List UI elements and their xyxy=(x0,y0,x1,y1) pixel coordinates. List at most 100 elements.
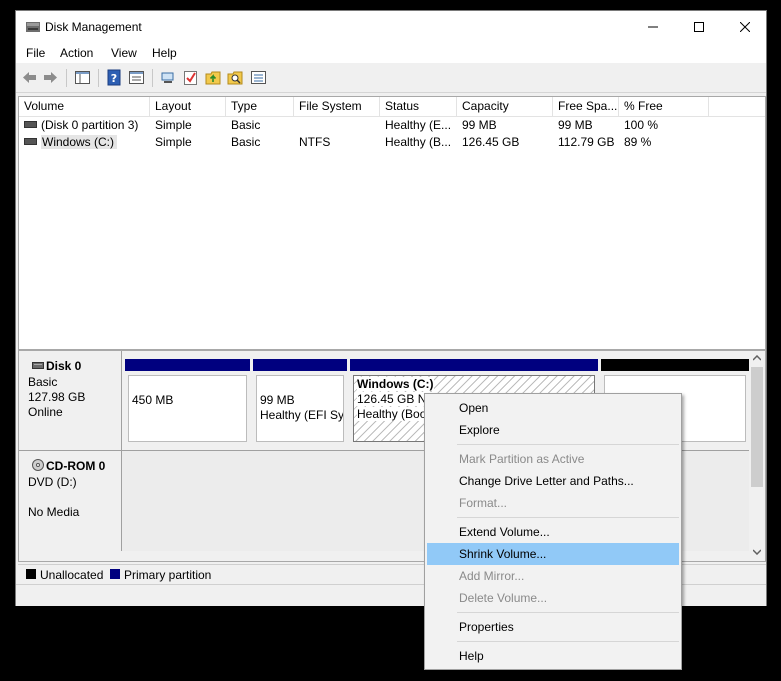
menu-open[interactable]: Open xyxy=(427,397,679,419)
free-space-cell: 112.79 GB xyxy=(558,135,615,149)
check-icon[interactable] xyxy=(182,69,199,86)
type-cell: Basic xyxy=(231,118,261,132)
disk-0-status: Online xyxy=(28,405,63,419)
scroll-up-icon[interactable] xyxy=(753,355,761,361)
disk-0-label[interactable]: Disk 0 Basic 127.98 GB Online xyxy=(19,351,122,451)
partition-title: Windows (C:) xyxy=(357,377,434,391)
menu-view[interactable]: View xyxy=(111,46,137,60)
scrollbar-thumb[interactable] xyxy=(751,367,763,487)
free-space-cell: 99 MB xyxy=(558,118,593,132)
column-file-system[interactable]: File System xyxy=(294,97,380,116)
console-tree-icon[interactable] xyxy=(74,69,91,86)
partition-size: 450 MB xyxy=(132,393,174,407)
partition-bar xyxy=(350,359,598,371)
file-system-cell: NTFS xyxy=(299,135,331,149)
column-volume[interactable]: Volume xyxy=(19,97,150,116)
cdrom-icon xyxy=(32,459,44,471)
menu-explore[interactable]: Explore xyxy=(427,419,679,441)
menu-help-item[interactable]: Help xyxy=(427,645,679,667)
title-bar: Disk Management xyxy=(16,11,766,43)
maximize-icon xyxy=(694,22,704,32)
disk-icon xyxy=(32,362,44,369)
close-icon xyxy=(740,22,750,32)
folder-up-icon[interactable] xyxy=(205,69,222,86)
column-capacity[interactable]: Capacity xyxy=(457,97,553,116)
menu-file[interactable]: File xyxy=(26,46,45,60)
partition-recovery[interactable]: 450 MB xyxy=(125,359,250,445)
menu-delete-volume: Delete Volume... xyxy=(459,591,548,605)
connect-icon[interactable] xyxy=(160,69,177,86)
minimize-button[interactable] xyxy=(630,11,676,43)
legend-unallocated-label: Unallocated xyxy=(40,568,104,582)
properties-icon[interactable] xyxy=(128,69,145,86)
disk-0-size: 127.98 GB xyxy=(28,390,86,404)
context-menu: Open Explore Mark Partition as Active Ch… xyxy=(424,393,682,670)
disk-management-app-icon xyxy=(26,22,40,32)
toolbar-separator xyxy=(152,69,153,87)
legend-unallocated-swatch xyxy=(26,569,36,579)
folder-search-icon[interactable] xyxy=(227,69,244,86)
partition-size: 126.45 GB NT xyxy=(357,392,434,406)
percent-free-cell: 89 % xyxy=(624,135,652,149)
disk-0-type: Basic xyxy=(28,375,58,389)
cdrom-0-name: CD-ROM 0 xyxy=(46,459,106,473)
partition-status: Healthy (Boo xyxy=(357,407,427,421)
menu-change-drive-letter[interactable]: Change Drive Letter and Paths... xyxy=(427,470,679,492)
close-button[interactable] xyxy=(722,11,768,43)
menu-help[interactable]: Help xyxy=(152,46,177,60)
drive-icon xyxy=(24,138,37,146)
volume-name: Windows (C:) xyxy=(41,135,118,149)
maximize-button[interactable] xyxy=(676,11,722,43)
menu-separator xyxy=(457,517,679,518)
volume-name: (Disk 0 partition 3) xyxy=(41,118,139,132)
partition-bar xyxy=(125,359,250,371)
legend-primary-label: Primary partition xyxy=(124,568,212,582)
layout-cell: Simple xyxy=(155,118,192,132)
percent-free-cell: 100 % xyxy=(624,118,659,132)
type-cell: Basic xyxy=(231,135,261,149)
disk-pane-scrollbar[interactable] xyxy=(749,351,765,561)
help-icon[interactable]: ? xyxy=(106,69,123,86)
table-row[interactable]: (Disk 0 partition 3) Simple Basic Health… xyxy=(19,117,765,134)
menu-bar: File Action View Help xyxy=(16,43,766,63)
cdrom-0-status: No Media xyxy=(28,505,80,519)
column-status[interactable]: Status xyxy=(380,97,457,116)
column-free-space[interactable]: Free Spa... xyxy=(553,97,619,116)
menu-add-mirror: Add Mirror... xyxy=(459,569,525,583)
partition-efi[interactable]: 99 MB Healthy (EFI Sys xyxy=(253,359,347,445)
disk-0-name: Disk 0 xyxy=(46,359,82,373)
column-layout[interactable]: Layout xyxy=(150,97,226,116)
view-list-icon[interactable] xyxy=(250,69,267,86)
back-icon[interactable] xyxy=(21,69,38,86)
status-cell: Healthy (B... xyxy=(385,135,452,149)
legend-primary-swatch xyxy=(110,569,120,579)
column-type[interactable]: Type xyxy=(226,97,294,116)
menu-action[interactable]: Action xyxy=(60,46,93,60)
partition-status: Healthy (EFI Sys xyxy=(260,408,344,422)
menu-separator xyxy=(457,444,679,445)
menu-mark-active: Mark Partition as Active xyxy=(459,452,585,466)
toolbar: ? xyxy=(16,64,766,93)
column-percent-free[interactable]: % Free xyxy=(619,97,709,116)
scroll-down-icon[interactable] xyxy=(753,549,761,555)
menu-separator xyxy=(457,641,679,642)
menu-separator xyxy=(457,612,679,613)
forward-icon[interactable] xyxy=(42,69,59,86)
minimize-icon xyxy=(648,26,658,28)
menu-format: Format... xyxy=(459,496,508,510)
table-row[interactable]: Windows (C:) Simple Basic NTFS Healthy (… xyxy=(19,134,765,151)
partition-bar xyxy=(253,359,347,371)
toolbar-separator xyxy=(66,69,67,87)
menu-shrink-volume[interactable]: Shrink Volume... xyxy=(427,543,679,565)
partition-size: 99 MB xyxy=(260,393,295,407)
status-cell: Healthy (E... xyxy=(385,118,452,132)
layout-cell: Simple xyxy=(155,135,192,149)
partition-body: 99 MB Healthy (EFI Sys xyxy=(256,375,344,442)
cdrom-0-label[interactable]: CD-ROM 0 DVD (D:) No Media xyxy=(19,451,122,551)
window-title: Disk Management xyxy=(45,20,142,34)
menu-extend-volume[interactable]: Extend Volume... xyxy=(427,521,679,543)
cdrom-0-type: DVD (D:) xyxy=(28,475,77,489)
toolbar-separator xyxy=(98,69,99,87)
partition-bar xyxy=(601,359,749,371)
menu-properties[interactable]: Properties xyxy=(427,616,679,638)
